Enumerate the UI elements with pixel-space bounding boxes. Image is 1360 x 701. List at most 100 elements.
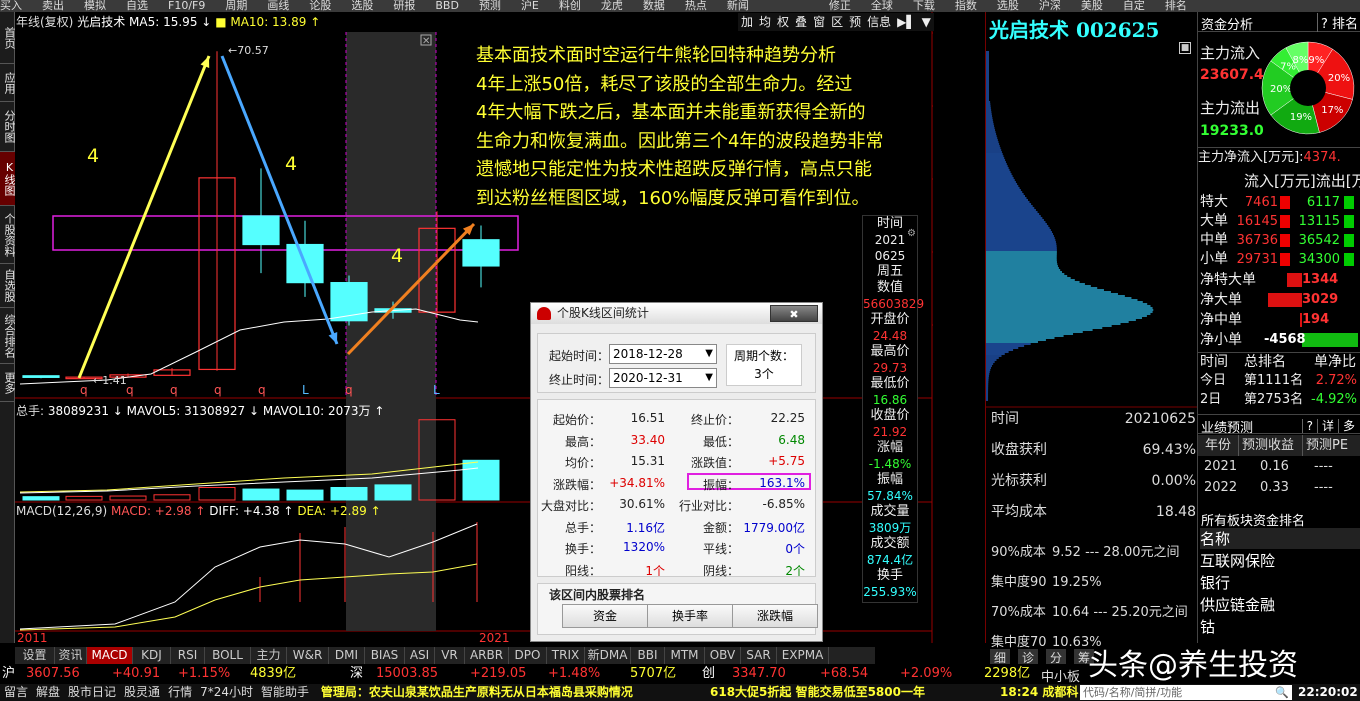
topbar-item[interactable]: 卖出 (42, 0, 64, 12)
status-item[interactable]: 股市日记 (68, 685, 116, 699)
indicator-tab[interactable]: W&R (287, 647, 329, 664)
topbar-item[interactable]: F10/F9 (168, 0, 205, 12)
indicator-tab[interactable]: 设置 (15, 647, 55, 664)
topbar-item[interactable]: 选股 (351, 0, 373, 12)
status-item[interactable]: 解盘 (36, 685, 60, 699)
status-item[interactable]: 智能助手 (261, 685, 309, 699)
indicator-tab[interactable]: ARBR (465, 647, 509, 664)
chart-tool-button[interactable]: 均 (756, 15, 774, 29)
settings-icon[interactable]: ■ (1179, 42, 1191, 54)
indicator-tab[interactable]: BOLL (205, 647, 251, 664)
rank-change-button[interactable]: 涨跌幅 (732, 604, 818, 628)
indicator-tab[interactable]: SAR (741, 647, 777, 664)
kline-range-dialog[interactable]: 个股K线区间统计 ✖ 起始时间： 2018-12-28 ▼ 终止时间： 2020-… (530, 302, 823, 642)
status-item[interactable]: 股灵通 (124, 685, 160, 699)
topbar-item[interactable]: 数据 (643, 0, 665, 12)
topbar-item[interactable]: 指数 (955, 0, 977, 12)
fund-rank-button[interactable]: ? 排名 (1316, 13, 1358, 32)
end-date-select[interactable]: 2020-12-31 ▼ (609, 368, 717, 388)
topbar-item[interactable]: 模拟 (84, 0, 106, 12)
left-nav-item[interactable]: 综合排名 (0, 308, 15, 364)
left-nav-item[interactable]: K线图 (0, 152, 15, 206)
indicator-tab[interactable]: MTM (665, 647, 705, 664)
perf-header-cell[interactable]: 年份 (1202, 435, 1231, 456)
indicator-tab[interactable]: MACD (87, 647, 133, 664)
topbar-item[interactable]: BBD (435, 0, 459, 12)
topbar-item[interactable]: 买入 (0, 0, 22, 12)
indicator-tab[interactable]: 主力 (251, 647, 287, 664)
topbar-item[interactable]: 修正 (829, 0, 851, 12)
topbar-item[interactable]: 预测 (479, 0, 501, 12)
indicator-tab[interactable]: KDJ (133, 647, 171, 664)
rank-turnover-button[interactable]: 换手率 (647, 604, 733, 628)
dialog-close-button[interactable]: ✖ (770, 305, 818, 322)
topbar-item[interactable]: 自选 (126, 0, 148, 12)
status-item[interactable]: 行情 (168, 685, 192, 699)
fullscreen-icon[interactable]: ▶▌ (894, 15, 918, 29)
topbar-item[interactable]: 论股 (309, 0, 331, 12)
left-nav-item[interactable]: 分时图 (0, 102, 15, 152)
perf-button[interactable]: 详 (1316, 419, 1338, 433)
perf-button[interactable]: 多 (1337, 419, 1359, 433)
topbar-item[interactable]: 研报 (393, 0, 415, 12)
indicator-tab[interactable]: BIAS (365, 647, 405, 664)
topbar-item[interactable]: 沪E (521, 0, 539, 12)
perf-header-cell[interactable]: 预测PE (1302, 435, 1348, 456)
indicator-tab[interactable]: 资讯 (55, 647, 87, 664)
topbar-item[interactable]: 自定 (1123, 0, 1145, 12)
sector-item[interactable]: 互联网保险 (1200, 550, 1360, 572)
news-ticker-2[interactable]: 18:24 成都科 (1000, 684, 1078, 701)
sector-item[interactable]: 银行 (1200, 572, 1360, 594)
search-box[interactable]: 代码/名称/简拼/功能 🔍 (1080, 685, 1292, 700)
ad-text[interactable]: 618大促5折起 智能交易低至5800一年 (710, 684, 925, 701)
index-name[interactable]: 创 (702, 664, 715, 684)
left-nav-item[interactable]: 应用 (0, 64, 15, 102)
chart-tool-button[interactable]: 信息 (864, 15, 894, 29)
left-nav-item[interactable]: 首页 (0, 12, 15, 64)
status-item[interactable]: 留言 (4, 685, 28, 699)
indicator-tab[interactable]: BBI (631, 647, 665, 664)
left-nav-item[interactable]: 自选股 (0, 264, 15, 308)
left-nav-item[interactable]: 更多 (0, 364, 15, 402)
sector-item[interactable]: 钴 (1200, 616, 1360, 638)
chart-tool-button[interactable]: 权 (774, 15, 792, 29)
status-item[interactable]: 7*24小时 (200, 685, 253, 699)
topbar-item[interactable]: 料创 (559, 0, 581, 12)
chart-tool-button[interactable]: 加 (738, 15, 756, 29)
left-nav-item[interactable]: 个股资料 (0, 206, 15, 264)
topbar-item[interactable]: 选股 (997, 0, 1019, 12)
topbar-item[interactable]: 下载 (913, 0, 935, 12)
chart-tool-button[interactable]: 窗 (810, 15, 828, 29)
topbar-item[interactable]: 热点 (685, 0, 707, 12)
topbar-item[interactable]: 美股 (1081, 0, 1103, 12)
sector-item[interactable]: 供应链金融 (1200, 594, 1360, 616)
topbar-item[interactable]: 沪深 (1039, 0, 1061, 12)
index-name[interactable]: 沪 (2, 664, 15, 684)
news-ticker[interactable]: 管理局：农夫山泉某饮品生产原料无从日本福岛县采购情况 (321, 685, 633, 699)
topbar-item[interactable]: 全球 (871, 0, 893, 12)
topbar-item[interactable]: 排名 (1165, 0, 1187, 12)
chart-tool-button[interactable]: 叠 (792, 15, 810, 29)
index-name[interactable]: 深 (350, 664, 363, 684)
topbar-item[interactable]: 新闻 (727, 0, 749, 12)
topbar-item[interactable]: 龙虎 (601, 0, 623, 12)
perf-button[interactable]: ? (1301, 419, 1317, 433)
indicator-tab[interactable]: OBV (705, 647, 741, 664)
topbar-item[interactable]: 画线 (267, 0, 289, 12)
perf-header-cell[interactable]: 预测收益 (1238, 435, 1294, 456)
chevron-down-icon[interactable]: ▼ (919, 15, 934, 29)
indicator-tab[interactable]: DMI (329, 647, 365, 664)
chart-tool-button[interactable]: 区 (828, 15, 846, 29)
topbar-item[interactable]: 周期 (225, 0, 247, 12)
start-date-select[interactable]: 2018-12-28 ▼ (609, 344, 717, 364)
indicator-tab[interactable]: 新DMA (585, 647, 631, 664)
rank-fund-button[interactable]: 资金 (562, 604, 648, 628)
gear-icon[interactable]: ⚙ (907, 226, 916, 242)
indicator-tab[interactable]: DPO (509, 647, 547, 664)
indicator-tab[interactable]: ASI (405, 647, 435, 664)
indicator-tab[interactable]: VR (435, 647, 465, 664)
indicator-tab[interactable]: TRIX (547, 647, 585, 664)
indicator-tab[interactable]: RSI (171, 647, 205, 664)
chart-tool-button[interactable]: 预 (846, 15, 864, 29)
indicator-tab[interactable]: EXPMA (777, 647, 829, 664)
